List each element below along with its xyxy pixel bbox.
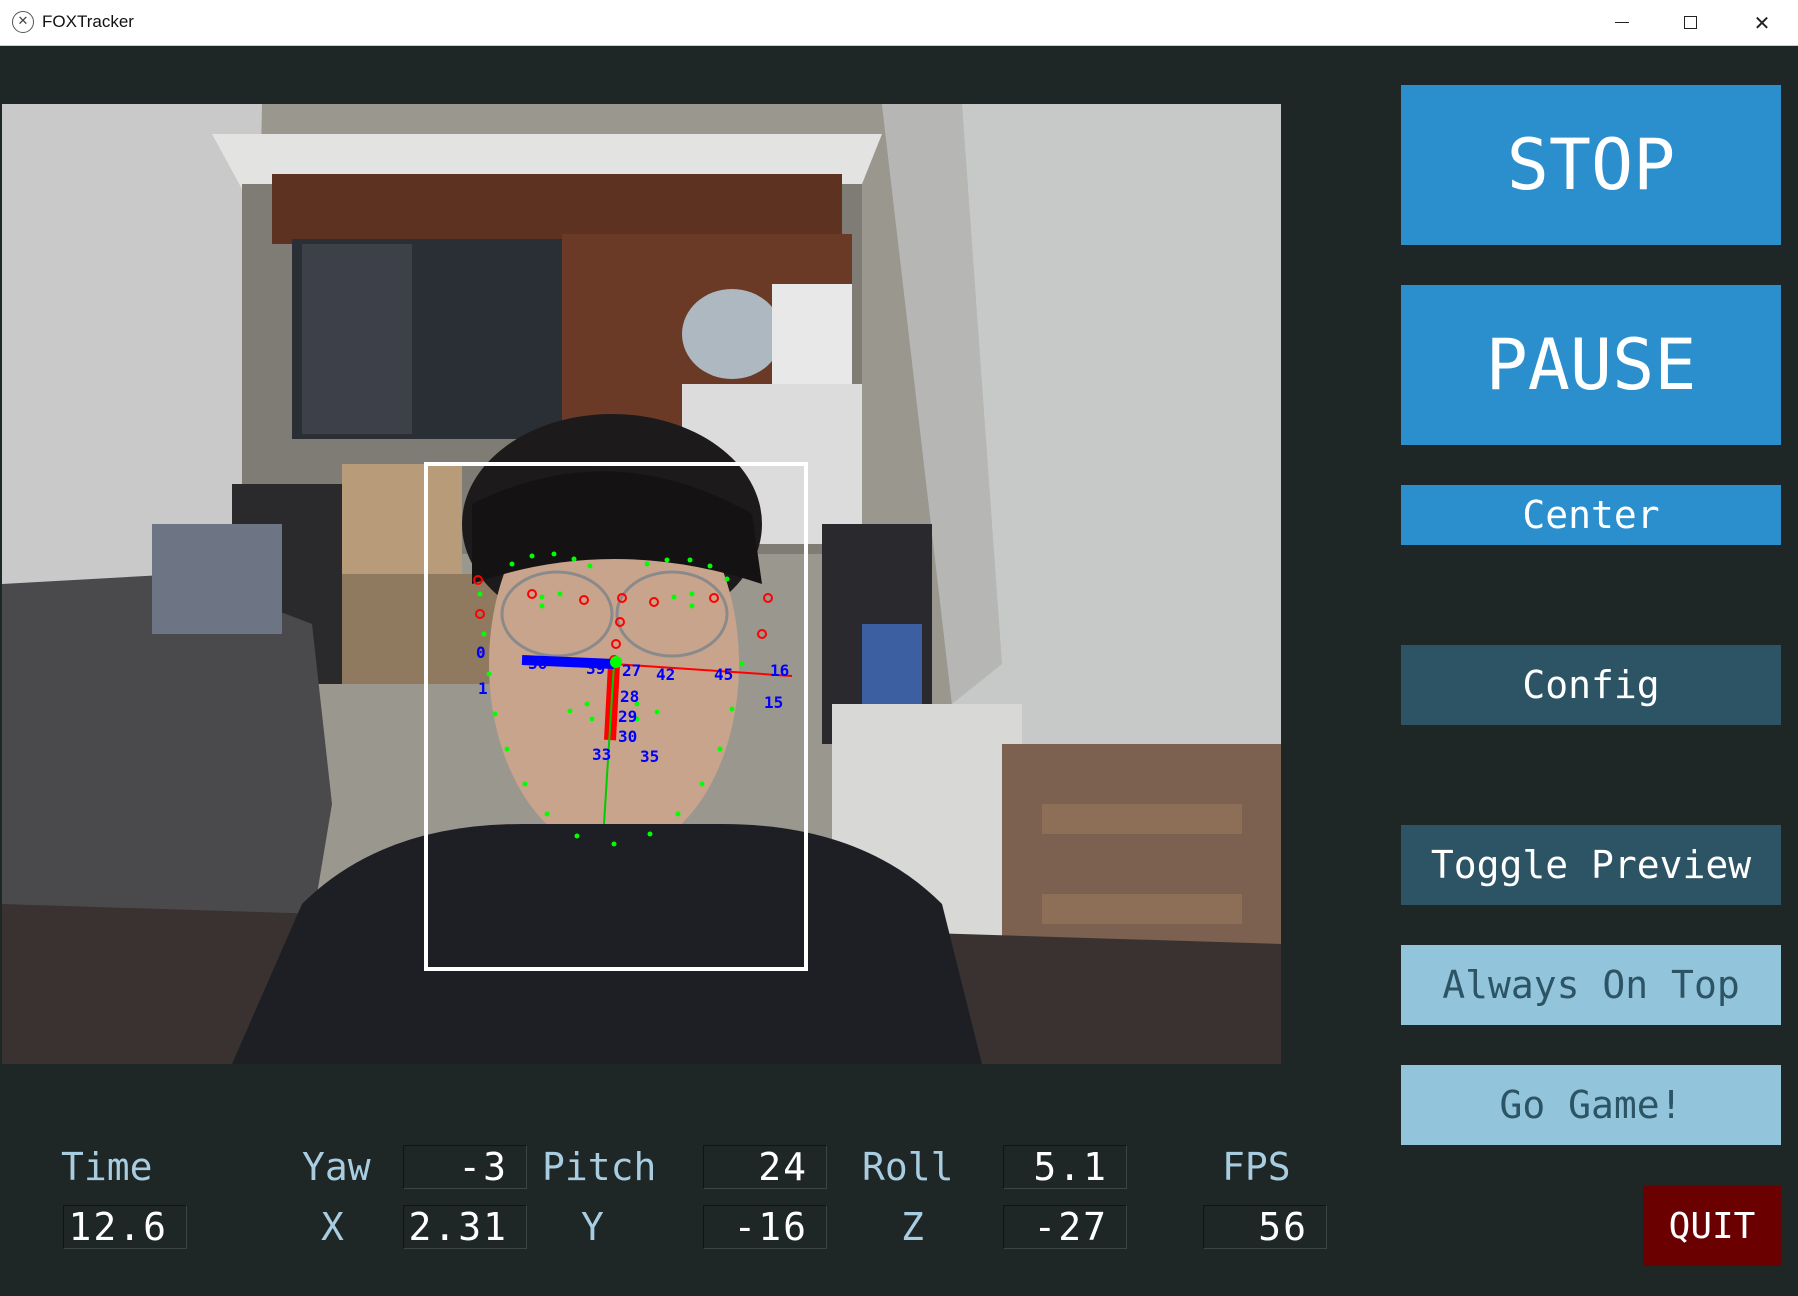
quit-button[interactable]: QUIT <box>1643 1186 1781 1266</box>
close-button[interactable]: ✕ <box>1728 0 1796 45</box>
always-on-top-button[interactable]: Always On Top <box>1401 945 1781 1025</box>
landmark-label-15: 15 <box>764 693 783 712</box>
landmark-label-35: 35 <box>640 747 659 766</box>
window-title: FOXTracker <box>42 12 134 31</box>
landmark-label-36: 36 <box>528 654 547 673</box>
landmark-label-0: 0 <box>476 643 486 662</box>
maximize-button[interactable] <box>1656 0 1724 45</box>
title-bar: ✕ FOXTracker ✕ <box>0 0 1798 46</box>
landmark-label-39: 39 <box>586 659 605 678</box>
z-value: -27 <box>1003 1205 1127 1249</box>
landmark-label-16: 16 <box>770 661 789 680</box>
maximize-icon <box>1683 16 1697 29</box>
toggle-preview-button[interactable]: Toggle Preview <box>1401 825 1781 905</box>
stop-button[interactable]: STOP <box>1401 85 1781 245</box>
yaw-value: -3 <box>403 1145 527 1189</box>
pitch-label: Pitch <box>542 1145 657 1189</box>
y-label: Y <box>581 1205 604 1249</box>
time-label: Time <box>61 1145 153 1189</box>
landmark-label-29: 29 <box>618 707 637 726</box>
pause-button[interactable]: PAUSE <box>1401 285 1781 445</box>
z-label: Z <box>901 1205 924 1249</box>
time-value: 12.6 <box>63 1205 187 1249</box>
x-label: X <box>321 1205 344 1249</box>
pitch-value: 24 <box>703 1145 827 1189</box>
go-game-button[interactable]: Go Game! <box>1401 1065 1781 1145</box>
fps-value: 56 <box>1203 1205 1327 1249</box>
fps-label: FPS <box>1222 1145 1291 1189</box>
landmark-label-28: 28 <box>620 687 639 706</box>
camera-preview: 0 1 36 39 27 42 45 16 15 28 29 30 33 35 <box>2 104 1281 1064</box>
close-icon: ✕ <box>1753 10 1771 35</box>
landmark-label-33: 33 <box>592 745 611 764</box>
landmark-label-1: 1 <box>478 679 488 698</box>
config-button[interactable]: Config <box>1401 645 1781 725</box>
center-button[interactable]: Center <box>1401 485 1781 545</box>
yaw-label: Yaw <box>302 1145 371 1189</box>
landmark-label-42: 42 <box>656 665 675 684</box>
landmark-label-30: 30 <box>618 727 637 746</box>
roll-label: Roll <box>862 1145 954 1189</box>
fox-app-icon: ✕ <box>12 11 34 33</box>
x-value: 2.31 <box>403 1205 527 1249</box>
minimize-button[interactable] <box>1588 0 1656 45</box>
landmark-label-45: 45 <box>714 665 733 684</box>
roll-value: 5.1 <box>1003 1145 1127 1189</box>
minimize-icon <box>1615 21 1629 24</box>
landmark-labels: 0 1 36 39 27 42 45 16 15 28 29 30 33 35 <box>476 643 789 766</box>
landmark-label-27: 27 <box>622 661 641 680</box>
y-value: -16 <box>703 1205 827 1249</box>
